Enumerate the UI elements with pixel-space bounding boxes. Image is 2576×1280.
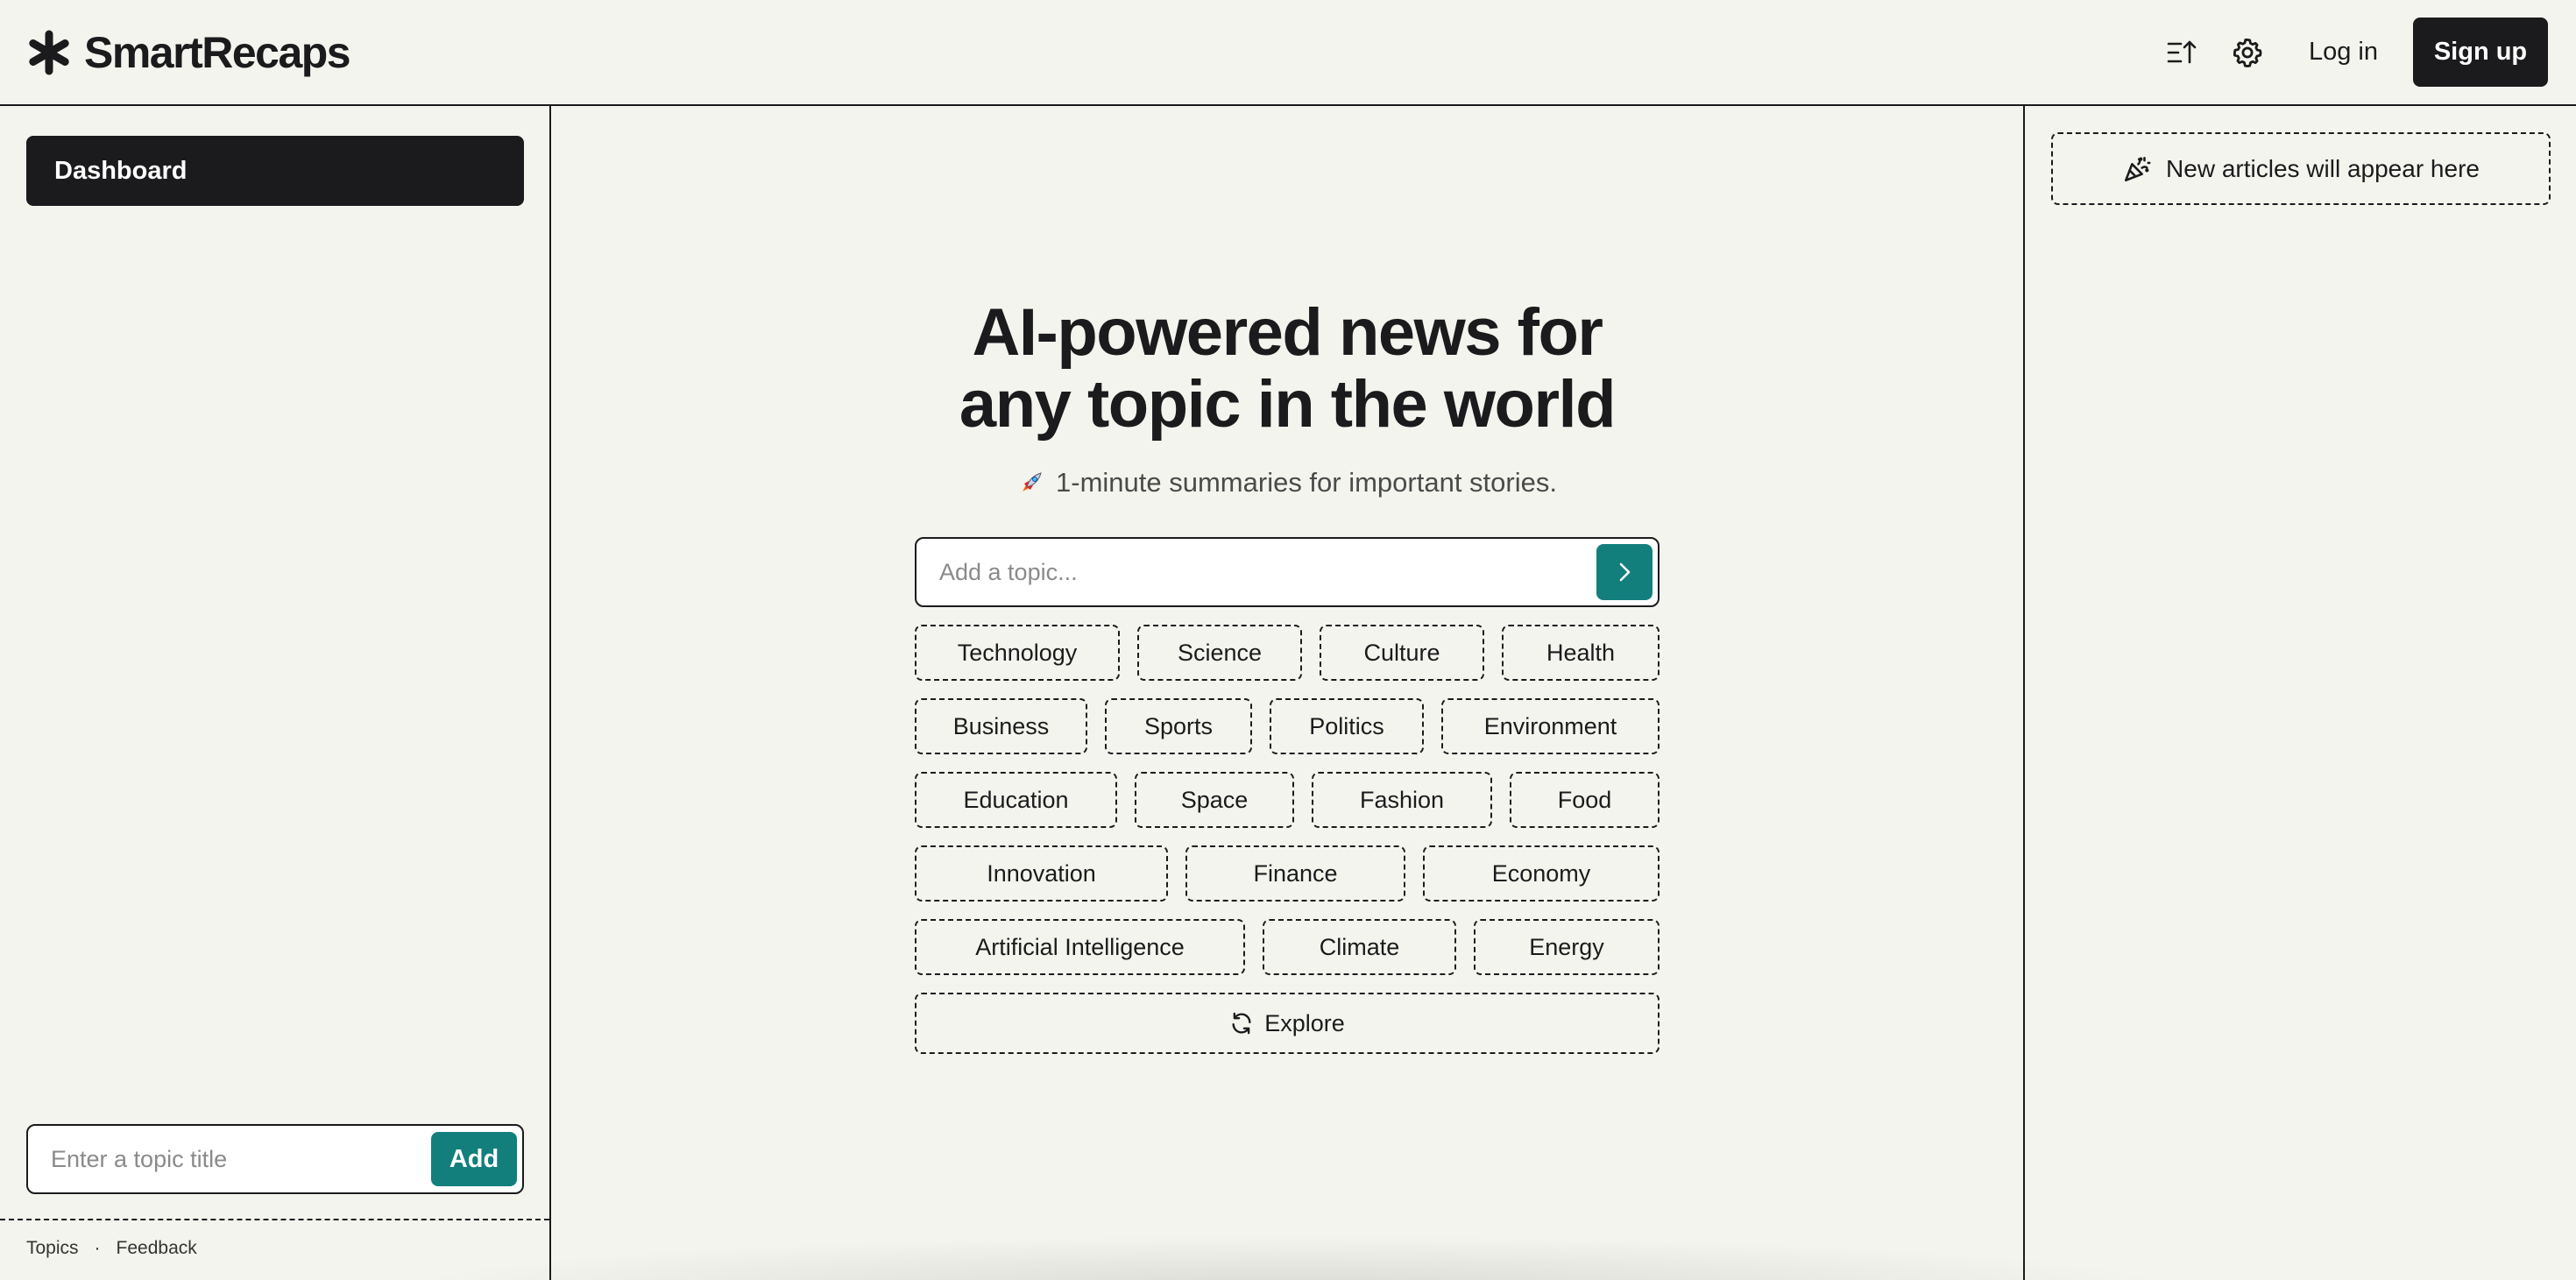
chip-fashion[interactable]: Fashion	[1312, 772, 1492, 828]
sort-ascending-icon	[2167, 40, 2197, 63]
signup-button[interactable]: Sign up	[2413, 18, 2548, 87]
chip-row: Business Sports Politics Environment	[915, 698, 1660, 754]
footer-link-topics[interactable]: Topics	[26, 1238, 79, 1259]
footer-separator: ·	[94, 1238, 101, 1258]
gear-icon	[2233, 38, 2262, 67]
brand[interactable]: SmartRecaps	[26, 27, 351, 78]
sort-button[interactable]	[2155, 26, 2208, 79]
chip-environment[interactable]: Environment	[1441, 698, 1660, 754]
chevron-right-icon	[1619, 562, 1631, 582]
title-line-2: any topic in the world	[959, 367, 1617, 442]
header-actions: Log in Sign up	[2155, 18, 2548, 87]
chip-politics[interactable]: Politics	[1270, 698, 1424, 754]
brand-name: SmartRecaps	[84, 27, 351, 77]
chip-space[interactable]: Space	[1135, 772, 1294, 828]
chip-economy[interactable]: Economy	[1423, 845, 1660, 902]
add-topic-button[interactable]: Add	[431, 1132, 517, 1186]
chip-science[interactable]: Science	[1137, 625, 1302, 681]
left-sidebar: Dashboard Add Topics · Feedback	[0, 106, 551, 1280]
topic-title-input[interactable]	[51, 1145, 431, 1173]
sidebar-item-dashboard[interactable]: Dashboard	[26, 136, 524, 206]
subtitle-text: 1-minute summaries for important stories…	[1056, 467, 1557, 498]
explore-label: Explore	[1264, 1009, 1345, 1036]
chip-row: Artificial Intelligence Climate Energy	[915, 919, 1660, 975]
hero: AI-powered news for any topic in the wor…	[915, 297, 1660, 499]
new-articles-text: New articles will appear here	[2166, 154, 2480, 182]
footer-link-feedback[interactable]: Feedback	[117, 1238, 197, 1259]
login-button[interactable]: Log in	[2309, 38, 2378, 67]
chip-artificial-intelligence[interactable]: Artificial Intelligence	[915, 919, 1245, 975]
chip-business[interactable]: Business	[915, 698, 1087, 754]
topic-search-box	[915, 537, 1660, 607]
add-topic-form: Add	[26, 1124, 524, 1194]
top-header: SmartRecaps Log in Sign up	[0, 0, 2576, 106]
chip-food[interactable]: Food	[1510, 772, 1660, 828]
refresh-icon	[1232, 1012, 1251, 1035]
chip-finance[interactable]: Finance	[1185, 845, 1405, 902]
chip-row: Technology Science Culture Health	[915, 625, 1660, 681]
footer-links: Topics · Feedback	[26, 1238, 197, 1259]
chip-climate[interactable]: Climate	[1263, 919, 1456, 975]
chip-technology[interactable]: Technology	[915, 625, 1120, 681]
rocket-icon	[1023, 472, 1042, 491]
main-content: AI-powered news for any topic in the wor…	[551, 106, 2023, 1280]
explore-button[interactable]: Explore	[915, 993, 1660, 1054]
right-sidebar: New articles will appear here	[2023, 106, 2576, 1280]
topic-chips: Technology Science Culture Health Busine…	[915, 625, 1660, 1054]
chip-culture[interactable]: Culture	[1320, 625, 1484, 681]
settings-button[interactable]	[2221, 26, 2274, 79]
title-line-1: AI-powered news for	[972, 295, 1603, 370]
subtitle: 1-minute summaries for important stories…	[915, 467, 1660, 499]
new-articles-placeholder: New articles will appear here	[2051, 132, 2551, 205]
footer-divider	[0, 1219, 549, 1220]
chip-row: Education Space Fashion Food	[915, 772, 1660, 828]
chip-sports[interactable]: Sports	[1105, 698, 1252, 754]
asterisk-icon	[29, 30, 69, 74]
topic-search-input[interactable]	[939, 558, 1596, 586]
chip-innovation[interactable]: Innovation	[915, 845, 1168, 902]
chip-health[interactable]: Health	[1502, 625, 1660, 681]
page-title: AI-powered news for any topic in the wor…	[915, 297, 1660, 441]
party-popper-icon	[2125, 156, 2151, 181]
chip-row: Innovation Finance Economy	[915, 845, 1660, 902]
submit-topic-button[interactable]	[1596, 544, 1652, 600]
chip-energy[interactable]: Energy	[1474, 919, 1660, 975]
chip-education[interactable]: Education	[915, 772, 1117, 828]
